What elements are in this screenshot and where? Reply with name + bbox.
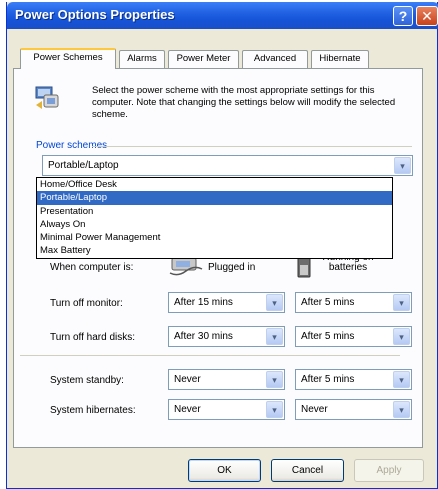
standby-plugged-value: Never (174, 374, 201, 385)
hard-disks-plugged-select[interactable]: After 30 mins ▾ (168, 326, 285, 347)
monitor-plugged-value: After 15 mins (174, 297, 233, 308)
hibernate-plugged-select[interactable]: Never ▾ (168, 399, 285, 420)
monitor-battery-value: After 5 mins (301, 297, 355, 308)
power-scheme-select-value: Portable/Laptop (48, 160, 119, 171)
standby-battery-select[interactable]: After 5 mins ▾ (295, 369, 412, 390)
hard-disks-battery-select[interactable]: After 5 mins ▾ (295, 326, 412, 347)
list-item[interactable]: Always On (37, 218, 392, 231)
hibernate-plugged-value: Never (174, 404, 201, 415)
hibernate-battery-value: Never (301, 404, 328, 415)
list-item-selected[interactable]: Portable/Laptop (37, 191, 392, 205)
apply-button[interactable]: Apply (354, 459, 424, 482)
intro-description: Select the power scheme with the most ap… (92, 85, 396, 120)
tab-advanced[interactable]: Advanced (242, 50, 308, 68)
help-button[interactable]: ? (393, 6, 413, 26)
system-hibernates-label: System hibernates: (50, 405, 136, 416)
close-button[interactable]: ✕ (416, 6, 438, 26)
chevron-down-icon[interactable]: ▾ (393, 371, 410, 388)
system-standby-label: System standby: (50, 375, 124, 386)
list-item[interactable]: Presentation (37, 205, 392, 218)
chevron-down-icon[interactable]: ▾ (393, 294, 410, 311)
power-scheme-select[interactable]: Portable/Laptop ▾ (42, 155, 413, 176)
monitor-plugged-select[interactable]: After 15 mins ▾ (168, 292, 285, 313)
chevron-down-icon[interactable]: ▾ (266, 401, 283, 418)
chevron-down-icon[interactable]: ▾ (393, 401, 410, 418)
settings-divider (20, 355, 400, 356)
standby-battery-value: After 5 mins (301, 374, 355, 385)
hard-disks-plugged-value: After 30 mins (174, 331, 233, 342)
turn-off-hard-disks-label: Turn off hard disks: (50, 332, 136, 343)
when-computer-is-label: When computer is: (50, 262, 134, 273)
hard-disks-battery-value: After 5 mins (301, 331, 355, 342)
list-item[interactable]: Home/Office Desk (37, 178, 392, 191)
ok-button[interactable]: OK (188, 459, 261, 482)
turn-off-monitor-label: Turn off monitor: (50, 298, 123, 309)
window-title: Power Options Properties (15, 7, 175, 22)
chevron-down-icon[interactable]: ▾ (393, 328, 410, 345)
power-scheme-dropdown-list[interactable]: Home/Office Desk Portable/Laptop Present… (36, 177, 393, 259)
standby-plugged-select[interactable]: Never ▾ (168, 369, 285, 390)
cancel-button[interactable]: Cancel (271, 459, 344, 482)
chevron-down-icon[interactable]: ▾ (266, 294, 283, 311)
monitor-battery-select[interactable]: After 5 mins ▾ (295, 292, 412, 313)
tab-power-schemes[interactable]: Power Schemes (20, 48, 116, 69)
tab-alarms[interactable]: Alarms (119, 50, 165, 68)
chevron-down-icon[interactable]: ▾ (266, 328, 283, 345)
group-divider (92, 146, 412, 147)
chevron-down-icon[interactable]: ▾ (394, 157, 411, 174)
list-item[interactable]: Minimal Power Management (37, 231, 392, 244)
tab-power-meter[interactable]: Power Meter (168, 50, 239, 68)
title-bar[interactable]: Power Options Properties ? ✕ (7, 2, 438, 29)
power-scheme-icon (35, 86, 59, 109)
tab-hibernate[interactable]: Hibernate (311, 50, 369, 68)
hibernate-battery-select[interactable]: Never ▾ (295, 399, 412, 420)
list-item[interactable]: Max Battery (37, 244, 392, 257)
plugged-in-label: Plugged in (208, 262, 256, 273)
chevron-down-icon[interactable]: ▾ (266, 371, 283, 388)
